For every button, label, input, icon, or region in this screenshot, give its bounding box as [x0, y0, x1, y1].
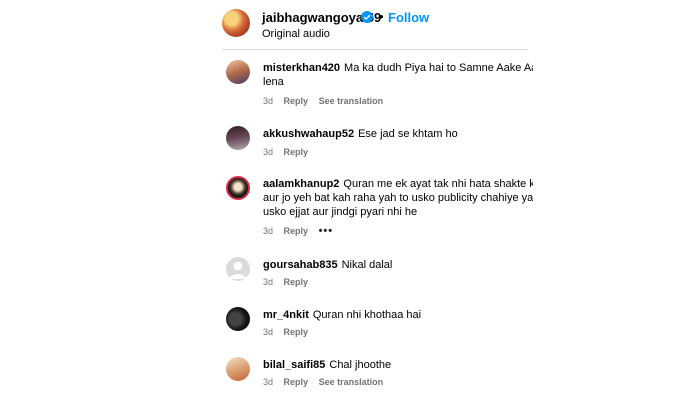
comment-body-line: Nikal dalal: [341, 259, 393, 271]
comment-body-line: usko ejjat aur jindgi pyari nhi he: [263, 206, 418, 218]
comment-meta: 3d Reply •••: [263, 225, 341, 237]
commenter-username[interactable]: mr_4nkit: [263, 309, 309, 321]
reply-button[interactable]: Reply: [284, 96, 309, 106]
commenter-username[interactable]: akkushwahaup52: [263, 128, 354, 140]
comment-timestamp: 3d: [263, 277, 274, 287]
commenter-username[interactable]: aalamkhanup2: [263, 178, 339, 190]
comment-timestamp: 3d: [263, 327, 274, 337]
comment-text: mr_4nkit Quran nhi khothaa hai: [263, 308, 533, 322]
comment-text: bilal_saifi85 Chal jhoothe: [263, 358, 533, 372]
more-options-icon[interactable]: •••: [319, 225, 334, 237]
verified-badge-icon: [361, 11, 373, 23]
commenter-avatar[interactable]: [226, 357, 250, 381]
comment-meta: 3d Reply: [263, 327, 316, 337]
see-translation-button[interactable]: See translation: [319, 96, 384, 106]
commenter-username[interactable]: bilal_saifi85: [263, 359, 325, 371]
comment-meta: 3d Reply See translation: [263, 377, 391, 387]
comment-timestamp: 3d: [263, 377, 274, 387]
comment-body-line: lena: [263, 76, 284, 88]
separator-dot: •: [379, 9, 384, 24]
comment-text: goursahab835 Nikal dalal: [263, 258, 533, 272]
comment-body-line: Ma ka dudh Piya hai to Samne Aake Aaj: [344, 62, 533, 74]
commenter-avatar-default[interactable]: [226, 257, 250, 281]
reply-button[interactable]: Reply: [284, 377, 309, 387]
original-audio-link[interactable]: Original audio: [262, 28, 330, 40]
author-avatar[interactable]: [222, 9, 250, 37]
header-divider: [222, 49, 528, 50]
commenter-avatar[interactable]: [226, 126, 250, 150]
commenter-avatar-story-ring[interactable]: [226, 176, 250, 200]
reply-button[interactable]: Reply: [284, 277, 309, 287]
default-user-icon: [229, 261, 247, 279]
comment-text: aalamkhanup2 Quran me ek ayat tak nhi hat…: [263, 177, 533, 219]
see-translation-button[interactable]: See translation: [319, 377, 384, 387]
comment-text: misterkhan420 Ma ka dudh Piya hai to Samn…: [263, 61, 533, 89]
comment-timestamp: 3d: [263, 96, 274, 106]
commenter-avatar[interactable]: [226, 307, 250, 331]
comment-body-line: Quran nhi khothaa hai: [312, 309, 422, 321]
comment-text: akkushwahaup52 Ese jad se khtam ho: [263, 127, 533, 141]
reply-button[interactable]: Reply: [284, 327, 309, 337]
commenter-username[interactable]: misterkhan420: [263, 62, 340, 74]
commenter-avatar[interactable]: [226, 60, 250, 84]
comment-meta: 3d Reply: [263, 277, 316, 287]
post-header: jaibhagwangoyal59 • Follow Original audi…: [222, 7, 532, 53]
comment-body-line: Quran me ek ayat tak nhi hata shakte kc: [343, 178, 533, 190]
comment-meta: 3d Reply See translation: [263, 96, 391, 106]
comment-body-line: Chal jhoothe: [329, 359, 392, 371]
comment-timestamp: 3d: [263, 147, 274, 157]
reply-button[interactable]: Reply: [284, 147, 309, 157]
comment-body-line: Ese jad se khtam ho: [358, 128, 458, 140]
comment-meta: 3d Reply: [263, 147, 316, 157]
follow-button[interactable]: Follow: [388, 10, 429, 25]
commenter-username[interactable]: goursahab835: [263, 259, 338, 271]
comment-timestamp: 3d: [263, 226, 274, 236]
comment-body-line: aur jo yeh bat kah raha yah to usko publ…: [263, 192, 533, 204]
reply-button[interactable]: Reply: [284, 226, 309, 236]
